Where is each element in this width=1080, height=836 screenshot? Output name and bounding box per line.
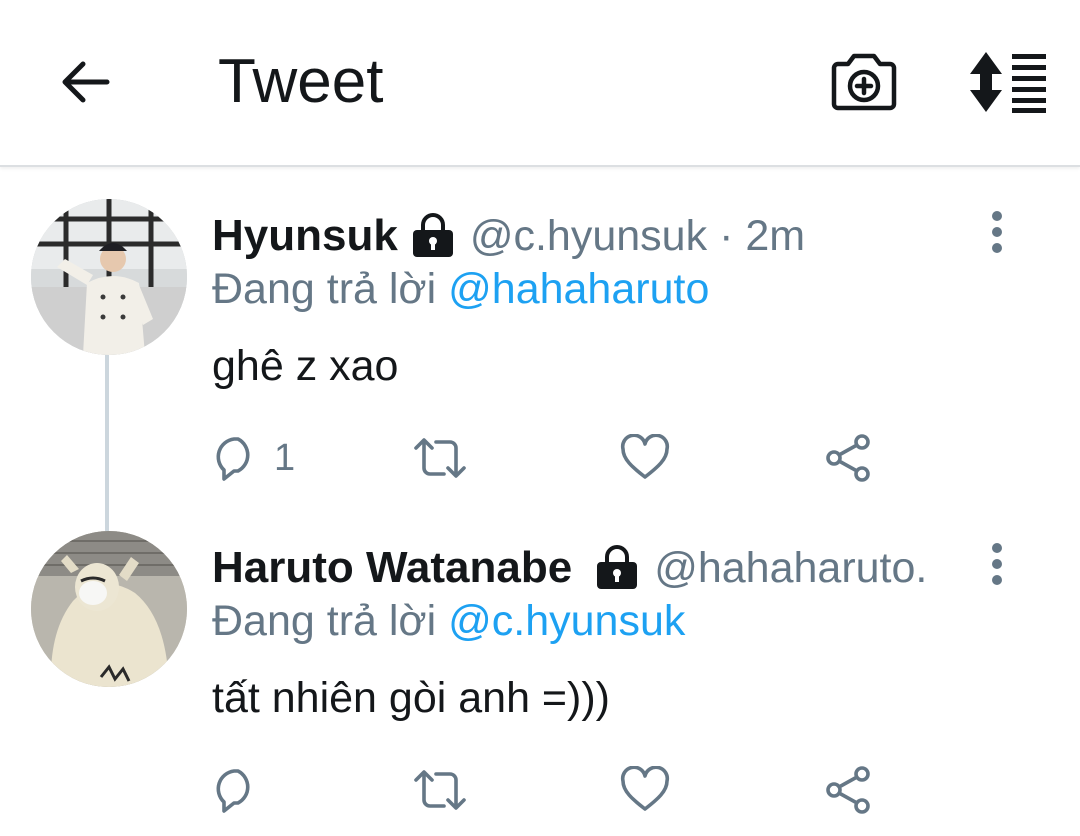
share-button[interactable] bbox=[824, 432, 874, 484]
retweet-button[interactable] bbox=[412, 432, 468, 484]
sort-thread-button[interactable] bbox=[968, 50, 1048, 114]
reply-icon bbox=[216, 769, 250, 813]
like-button[interactable] bbox=[620, 764, 670, 816]
share-button[interactable] bbox=[824, 764, 874, 816]
more-vertical-icon bbox=[992, 543, 1002, 585]
more-options-button[interactable] bbox=[982, 210, 1012, 254]
tweet-header: Haruto Watanabe @hahaharuto. bbox=[212, 540, 954, 596]
page-title: Tweet bbox=[218, 47, 384, 116]
top-app-bar: Tweet bbox=[0, 0, 1080, 167]
tweet[interactable]: Hyunsuk @c.hyunsuk · 2m Đang trả lời @ha… bbox=[0, 200, 1080, 500]
user-handle: @hahaharuto. bbox=[654, 543, 928, 592]
heart-icon bbox=[620, 766, 670, 811]
tweet-actions bbox=[212, 764, 892, 816]
more-vertical-icon bbox=[992, 211, 1002, 253]
replying-to: Đang trả lời @hahaharuto bbox=[212, 265, 709, 314]
lock-icon bbox=[412, 213, 453, 257]
reply-button[interactable] bbox=[212, 764, 260, 816]
tweet-text: tất nhiên gòi anh =))) bbox=[212, 674, 611, 722]
reply-icon bbox=[216, 437, 250, 481]
heart-icon bbox=[620, 434, 670, 479]
camera-plus-icon bbox=[831, 53, 897, 111]
mention-link[interactable]: @hahaharuto bbox=[448, 265, 709, 313]
tweet[interactable]: Haruto Watanabe @hahaharuto. Đang trả lờ… bbox=[0, 532, 1080, 832]
arrow-left-icon bbox=[62, 61, 110, 103]
share-icon bbox=[826, 434, 870, 482]
tweet-header: Hyunsuk @c.hyunsuk · 2m bbox=[212, 208, 805, 264]
mention-link[interactable]: @c.hyunsuk bbox=[448, 597, 685, 645]
user-handle: @c.hyunsuk bbox=[469, 211, 708, 260]
reply-count: 1 bbox=[274, 436, 296, 479]
display-name[interactable]: Hyunsuk bbox=[212, 211, 398, 261]
more-options-button[interactable] bbox=[982, 542, 1012, 586]
replying-to-label: Đang trả lời bbox=[212, 597, 449, 645]
retweet-button[interactable] bbox=[412, 764, 468, 816]
lock-icon bbox=[597, 545, 638, 589]
retweet-icon bbox=[414, 438, 466, 478]
reply-button[interactable]: 1 bbox=[212, 432, 295, 484]
tweet-actions: 1 bbox=[212, 432, 892, 484]
tweet-text: ghê z xao bbox=[212, 342, 399, 390]
back-button[interactable] bbox=[55, 52, 115, 112]
replying-to-label: Đang trả lời bbox=[212, 265, 449, 313]
replying-to: Đang trả lời @c.hyunsuk bbox=[212, 597, 685, 646]
share-icon bbox=[826, 766, 870, 814]
display-name[interactable]: Haruto Watanabe bbox=[212, 543, 572, 593]
timestamp: · 2m bbox=[719, 211, 806, 260]
camera-button[interactable] bbox=[830, 50, 898, 114]
like-button[interactable] bbox=[620, 432, 670, 484]
retweet-icon bbox=[414, 770, 466, 810]
sort-thread-icon bbox=[970, 52, 1046, 113]
